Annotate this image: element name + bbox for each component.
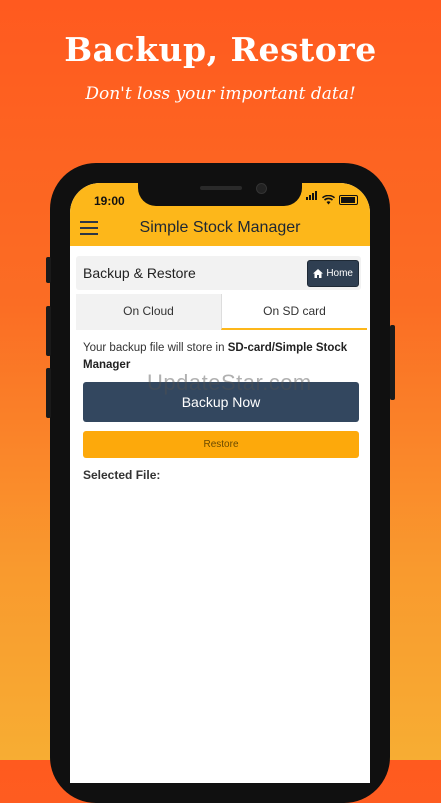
- phone-volume-up-button: [46, 306, 51, 356]
- phone-side-button: [46, 257, 51, 283]
- tab-bar: On Cloud On SD card: [76, 294, 367, 330]
- status-icons: [306, 191, 358, 205]
- backup-location-info: Your backup file will store in SD-card/S…: [83, 340, 353, 374]
- battery-icon: [339, 195, 358, 205]
- phone-notch: [138, 183, 302, 206]
- promo-subtitle: Don't loss your important data!: [85, 84, 356, 104]
- home-button-label: Home: [326, 268, 353, 279]
- tab-on-sd-card[interactable]: On SD card: [221, 294, 367, 330]
- home-button[interactable]: Home: [307, 260, 359, 287]
- signal-icon: [306, 187, 318, 205]
- wifi-icon: [322, 195, 335, 205]
- app-bar: Simple Stock Manager: [70, 210, 370, 246]
- tab-on-cloud[interactable]: On Cloud: [76, 294, 221, 330]
- phone-power-button: [390, 325, 395, 400]
- restore-button[interactable]: Restore: [83, 431, 359, 458]
- speaker-grille: [200, 186, 242, 190]
- panel-header: Backup & Restore Home: [76, 256, 361, 290]
- panel-title: Backup & Restore: [83, 265, 196, 281]
- selected-file-label: Selected File:: [83, 468, 161, 482]
- promo-title: Backup, Restore: [64, 30, 377, 69]
- house-icon: [313, 269, 324, 278]
- watermark: UpdateStar.com: [147, 370, 312, 395]
- phone-volume-down-button: [46, 368, 51, 418]
- status-time: 19:00: [94, 194, 125, 208]
- phone-screen: 19:00 Simple Stock Manager Backup & Rest…: [70, 183, 370, 783]
- info-prefix: Your backup file will store in: [83, 342, 228, 354]
- camera-icon: [256, 183, 267, 194]
- app-title: Simple Stock Manager: [139, 219, 301, 236]
